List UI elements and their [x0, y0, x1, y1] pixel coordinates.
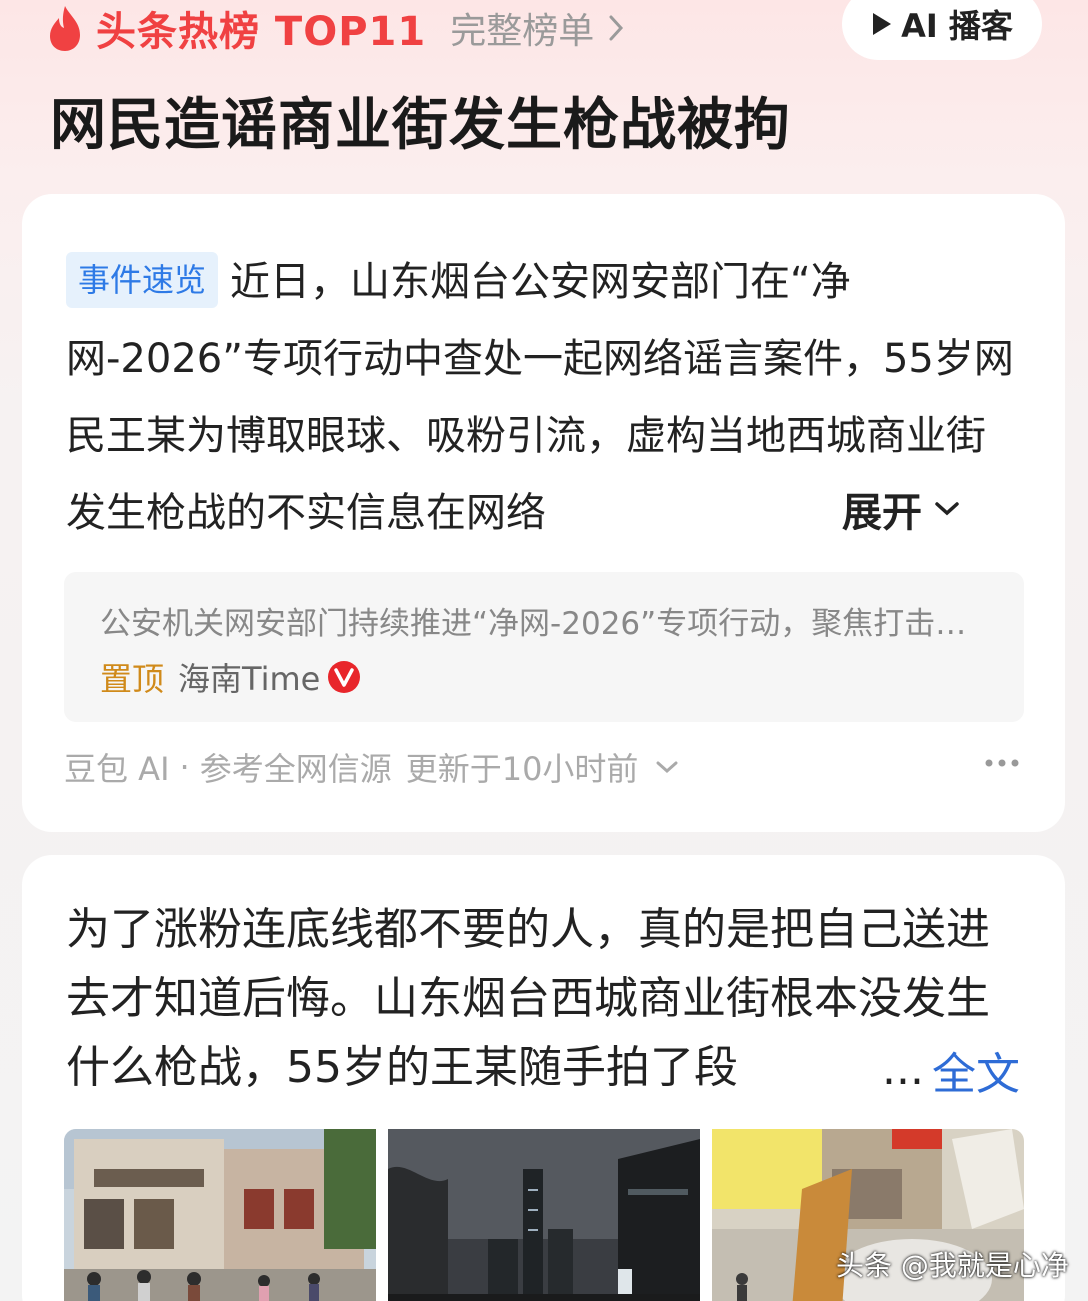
hot-list-title: 头条热榜 TOP11: [96, 9, 427, 55]
ai-source-label: 豆包 AI: [64, 750, 170, 788]
chevron-down-icon: [935, 502, 959, 516]
ai-podcast-button[interactable]: AI 播客: [842, 0, 1042, 60]
summary-card: 事件速览 近日，山东烟台公安网安部门在“净网-2026”专项行动中查处一起网络谣言…: [22, 194, 1065, 832]
expand-button[interactable]: 展开: [842, 480, 922, 538]
expand-control[interactable]: 展开: [782, 474, 962, 544]
topic-title: 网民造谣商业街发生枪战被拘: [50, 93, 791, 158]
chevron-right-icon: [609, 15, 624, 41]
full-list-link[interactable]: 完整榜单: [450, 2, 626, 54]
flame-icon: [50, 6, 80, 51]
fulltext-control[interactable]: ... 全文: [852, 1035, 1020, 1104]
more-icon[interactable]: [984, 758, 1020, 768]
podcast-label: AI 播客: [901, 7, 1013, 45]
separator-dot: ·: [179, 748, 190, 786]
verified-icon: [328, 661, 361, 693]
fulltext-link[interactable]: 全文: [932, 1038, 1020, 1102]
hot-list-header[interactable]: 头条热榜 TOP11 完整榜单: [46, 0, 626, 56]
watermark: 头条 @我就是心净: [836, 1249, 1069, 1282]
quote-text: 公安机关网安部门持续推进“净网-2026”专项行动，聚焦打击网络谣言: [100, 606, 980, 642]
references-label: 参考全网信源: [199, 750, 392, 788]
source-name[interactable]: 海南Time: [178, 654, 320, 700]
image-street-photo[interactable]: [64, 1129, 376, 1301]
pin-label: 置顶: [100, 660, 165, 698]
page: 头条热榜 TOP11 完整榜单 AI 播客 网民造谣商业街发生枪战被拘 事件速览…: [0, 0, 1088, 1301]
pinned-quote[interactable]: 公安机关网安部门持续推进“净网-2026”专项行动，聚焦打击网络谣言 置顶 海南…: [64, 572, 1024, 722]
post-card: 为了涨粉连底线都不要的人，真的是把自己送进去才知道后悔。山东烟台西城商业街根本没…: [22, 855, 1065, 1301]
image-night-city-photo[interactable]: [388, 1129, 700, 1301]
full-list-label: 完整榜单: [450, 11, 595, 52]
quote-meta: 置顶 海南Time: [100, 654, 362, 700]
summary-footer: 豆包 AI · 参考全网信源 更新于10小时前: [64, 742, 1024, 792]
references-toggle-icon[interactable]: [654, 758, 680, 776]
updated-time: 更新于10小时前: [405, 750, 639, 788]
event-tag: 事件速览: [66, 252, 219, 308]
ellipsis: ...: [882, 1044, 924, 1095]
play-icon: [873, 13, 892, 35]
